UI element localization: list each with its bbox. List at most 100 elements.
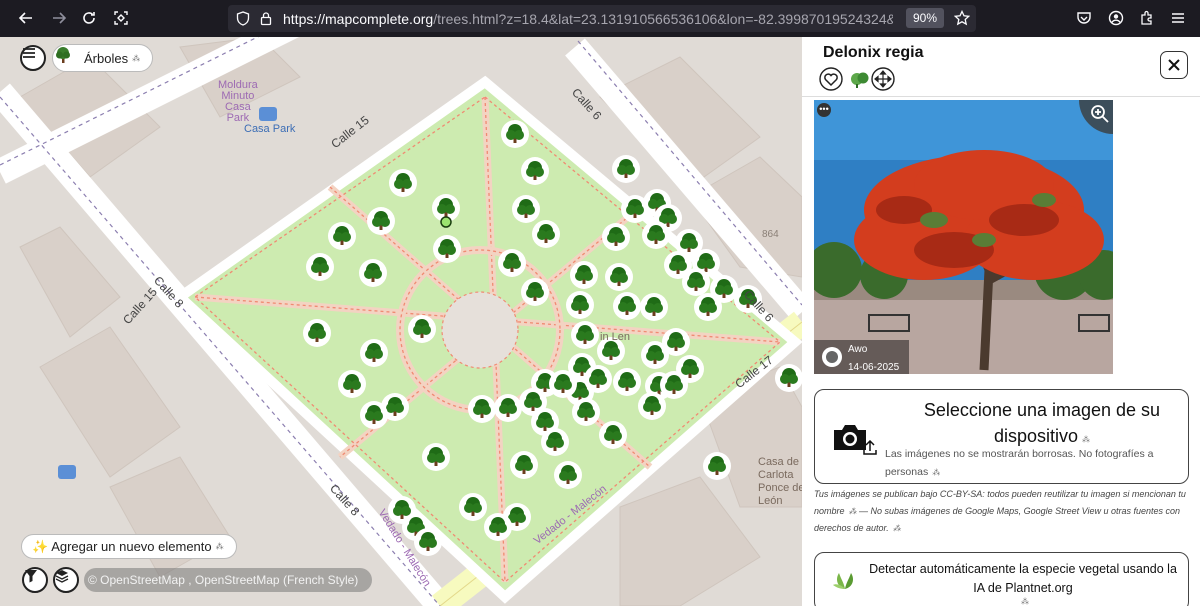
- tree-crown: [612, 431, 622, 441]
- tree-crown: [651, 402, 661, 412]
- layers-icon: [55, 570, 69, 583]
- upload-title-text: Seleccione una imagen de su dispositivo: [923, 400, 1161, 446]
- zoom-level-badge[interactable]: 90%: [905, 8, 944, 28]
- detect-species-label: Detectar automáticamente la especie vege…: [869, 562, 1177, 595]
- tree-crown: [373, 411, 383, 421]
- filter-button[interactable]: [22, 567, 48, 593]
- account-icon[interactable]: [1102, 4, 1130, 32]
- bookmark-star-icon[interactable]: [953, 9, 971, 31]
- tree-crown: [507, 404, 517, 414]
- tree-crown: [545, 230, 555, 240]
- upload-image-button[interactable]: Seleccione una imagen de su dispositivo ⁂…: [814, 389, 1189, 484]
- tree-crown: [435, 453, 445, 463]
- map-label-casa-park: Casa Park: [244, 123, 296, 135]
- tree-crown: [341, 232, 351, 242]
- sparkle-icon: ✨: [32, 538, 49, 554]
- tree-crown: [626, 378, 636, 388]
- tree-crown: [618, 273, 628, 283]
- screenshot-icon[interactable]: [107, 4, 135, 32]
- upload-hint-text: Las imágenes no se mostrarán borrosas. N…: [885, 448, 1154, 478]
- map-label-in-len: in Len: [600, 331, 630, 343]
- hamburger-icon: [23, 48, 35, 58]
- tree-crown: [380, 217, 390, 227]
- tree-crown: [583, 271, 593, 281]
- tree-crown: [532, 398, 542, 408]
- pocket-icon[interactable]: [1070, 4, 1098, 32]
- translate-icon[interactable]: ⁂: [216, 542, 224, 551]
- tree-crown: [723, 285, 733, 295]
- tree-crown: [427, 538, 437, 548]
- feature-photo[interactable]: ••• Awo 14-06-2025: [814, 100, 1113, 374]
- tree-crown: [655, 231, 665, 241]
- hamburger-menu-button[interactable]: [20, 45, 46, 71]
- tree-crown: [472, 503, 482, 513]
- translate-icon[interactable]: ⁂: [132, 54, 140, 63]
- tree-crown: [675, 338, 685, 348]
- tree-crown: [525, 205, 535, 215]
- close-button[interactable]: [1160, 51, 1188, 79]
- tree-crown: [445, 204, 455, 214]
- move-icon[interactable]: [871, 67, 895, 91]
- tree-crown: [585, 408, 595, 418]
- map-attribution[interactable]: © OpenStreetMap , OpenStreetMap (French …: [84, 568, 373, 592]
- place-line-4: León: [758, 495, 783, 507]
- wikidata-icon[interactable]: [848, 67, 872, 91]
- tree-crown: [688, 239, 698, 249]
- translate-icon[interactable]: ⁂: [932, 468, 940, 477]
- photo-author: Awo: [848, 344, 868, 355]
- back-icon[interactable]: [12, 4, 40, 32]
- translate-icon[interactable]: ⁂: [1082, 435, 1090, 444]
- tree-crown: [351, 380, 361, 390]
- address-bar[interactable]: https://mapcomplete.org/trees.html?z=18.…: [228, 5, 976, 32]
- upload-icon: [862, 439, 878, 461]
- tree-crown: [654, 351, 664, 361]
- map-canvas[interactable]: [0, 37, 802, 606]
- tree-crown: [610, 347, 620, 357]
- tree-crown: [516, 513, 526, 523]
- tree-crown: [579, 388, 589, 398]
- photo-menu-icon[interactable]: •••: [817, 103, 831, 117]
- tree-crown: [626, 302, 636, 312]
- favorite-heart-icon[interactable]: [819, 67, 843, 91]
- extensions-icon[interactable]: [1133, 4, 1161, 32]
- tree-crown: [446, 245, 456, 255]
- map-view[interactable]: Moldura Minuto Casa Park Casa Park Casa …: [0, 37, 802, 606]
- theme-selector[interactable]: Árboles ⁂: [52, 44, 154, 72]
- add-new-element-button[interactable]: ✨ Agregar un nuevo elemento ⁂: [21, 534, 237, 559]
- panel-title: Delonix regia: [823, 44, 924, 61]
- tree-crown: [615, 233, 625, 243]
- license-notice: Tus imágenes se publican bajo CC-BY-SA: …: [814, 486, 1194, 537]
- lock-icon[interactable]: [260, 11, 272, 31]
- translate-icon[interactable]: ⁂: [1021, 597, 1029, 606]
- tree-crown: [584, 331, 594, 341]
- tree-crown: [579, 301, 589, 311]
- browser-toolbar: https://mapcomplete.org/trees.html?z=18.…: [0, 0, 1200, 37]
- url-domain: https://mapcomplete.org: [283, 11, 434, 27]
- close-icon: [1168, 59, 1180, 71]
- menu-icon[interactable]: [1164, 4, 1192, 32]
- tree-crown: [667, 214, 677, 224]
- tree-crown: [373, 349, 383, 359]
- reload-icon[interactable]: [75, 4, 103, 32]
- shelter-icon: [58, 465, 76, 479]
- tree-crown: [534, 167, 544, 177]
- place-line-2: Carlota: [758, 469, 794, 481]
- tree-crown: [401, 506, 411, 516]
- tree-crown: [695, 278, 705, 288]
- forward-icon[interactable]: [45, 4, 73, 32]
- layers-button[interactable]: [53, 567, 79, 593]
- translate-icon[interactable]: ⁂: [893, 524, 901, 533]
- detect-species-button[interactable]: Detectar automáticamente la especie vege…: [814, 552, 1189, 606]
- tracking-shield-icon[interactable]: [236, 11, 250, 31]
- translate-icon[interactable]: ⁂: [849, 507, 857, 516]
- tree-crown: [716, 462, 726, 472]
- tree-crown: [788, 374, 798, 384]
- tree-crown: [567, 471, 577, 481]
- tree-crown: [421, 325, 431, 335]
- tree-crown: [372, 269, 382, 279]
- tree-crown: [625, 165, 635, 175]
- upload-hint: Las imágenes no se mostrarán borrosas. N…: [885, 445, 1175, 482]
- place-line-1: Casa de: [758, 456, 799, 468]
- tree-crown: [653, 303, 663, 313]
- url-text[interactable]: https://mapcomplete.org/trees.html?z=18.…: [283, 11, 893, 27]
